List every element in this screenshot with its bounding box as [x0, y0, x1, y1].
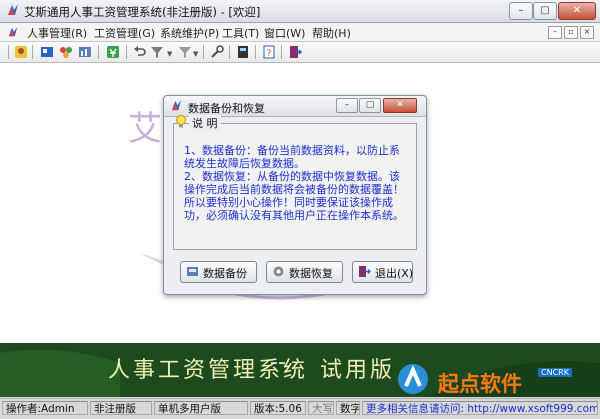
toolbar: ▼ ▼ ?	[0, 42, 600, 63]
toolbar-separator	[126, 45, 127, 59]
status-num: 数字	[336, 401, 360, 415]
watermark-logo	[398, 364, 428, 394]
close-button[interactable]: ✕	[558, 2, 596, 20]
salary-icon[interactable]	[106, 45, 120, 59]
toolbar-separator	[32, 45, 33, 59]
backup-button[interactable]: 数据备份	[180, 261, 257, 283]
restore-button[interactable]: 数据恢复	[266, 261, 343, 283]
watermark-text: 起点软件	[438, 372, 522, 396]
window-title: 艾斯通用人事工资管理系统(非注册版) - [欢迎]	[24, 5, 261, 19]
mdi-minimize-button[interactable]: –	[548, 26, 562, 39]
menu-salary[interactable]: 工资管理(G)	[94, 25, 155, 41]
toolbar-separator	[229, 45, 230, 59]
filter-options-dropdown-icon[interactable]: ▼	[193, 50, 198, 58]
exit-icon[interactable]	[288, 45, 302, 59]
dialog-title-bar: 数据备份和恢复 – ▢ ✕	[164, 96, 426, 117]
app-icon	[8, 4, 18, 15]
menu-window[interactable]: 窗口(W)	[264, 25, 305, 41]
menu-help[interactable]: 帮助(H)	[312, 25, 351, 41]
dialog-close-button[interactable]: ✕	[383, 98, 417, 113]
filter-options-icon[interactable]	[178, 45, 192, 59]
mdi-close-button[interactable]: ×	[580, 26, 594, 39]
group-icon[interactable]	[59, 45, 73, 59]
status-registration: 非注册版	[90, 401, 152, 415]
menu-bar: 人事管理(R) 工资管理(G) 系统维护(P) 工具(T) 窗口(W) 帮助(H…	[0, 23, 600, 42]
banner-edition: 试用版	[320, 358, 396, 383]
menu-personnel[interactable]: 人事管理(R)	[27, 25, 87, 41]
toolbar-separator	[281, 45, 282, 59]
maximize-button[interactable]: ▢	[533, 2, 557, 20]
toolbar-separator	[203, 45, 204, 59]
status-caps: 大写	[308, 401, 334, 415]
backup-icon	[187, 267, 198, 276]
product-banner: 人事工资管理系统 -- 试用版 起点软件 CNCRK	[0, 343, 600, 397]
undo-icon[interactable]	[133, 45, 147, 59]
backup-restore-dialog: 数据备份和恢复 – ▢ ✕ 1、数据备份：备份当前数据资料，以防止系统发生故障后…	[163, 95, 427, 295]
filter-icon[interactable]	[150, 45, 164, 59]
background-logo-text: 艾	[128, 109, 162, 149]
info-group-box: 1、数据备份：备份当前数据资料，以防止系统发生故障后恢复数据。 2、数据恢复：从…	[173, 123, 417, 250]
lightbulb-icon	[175, 115, 187, 129]
mdi-restore-button[interactable]: ▫	[564, 26, 578, 39]
report-icon[interactable]	[78, 45, 92, 59]
id-card-icon[interactable]	[40, 45, 54, 59]
status-mode: 单机多用户版	[154, 401, 248, 415]
status-version: 版本:5.06	[250, 401, 306, 415]
info-text: 1、数据备份：备份当前数据资料，以防止系统发生故障后恢复数据。 2、数据恢复：从…	[184, 144, 404, 222]
menu-system[interactable]: 系统维护(P)	[160, 25, 219, 41]
dialog-title: 数据备份和恢复	[188, 102, 265, 115]
banner-dash: --	[270, 350, 286, 375]
svg-text:?: ?	[267, 49, 272, 59]
toolbar-separator	[98, 45, 99, 59]
dialog-app-icon	[171, 99, 182, 111]
status-operator: 操作者:Admin	[2, 401, 88, 415]
calculator-icon[interactable]	[236, 45, 250, 59]
exit-button-label: 退出(X)	[375, 267, 414, 280]
dialog-maximize-button[interactable]: ▢	[359, 98, 381, 113]
restore-icon	[273, 266, 284, 277]
tools-icon[interactable]	[210, 45, 224, 59]
people-icon[interactable]	[14, 45, 28, 59]
filter-dropdown-icon[interactable]: ▼	[167, 50, 172, 58]
exit-door-icon	[359, 266, 371, 277]
minimize-button[interactable]: –	[509, 2, 533, 20]
toolbar-separator	[8, 45, 9, 59]
exit-button[interactable]: 退出(X)	[352, 261, 413, 283]
info-label: 说 明	[189, 115, 221, 131]
help-icon[interactable]: ?	[262, 45, 276, 59]
app-menu-icon[interactable]	[7, 26, 19, 38]
watermark-tag: CNCRK	[538, 368, 572, 377]
restore-button-label: 数据恢复	[289, 267, 333, 280]
dialog-minimize-button[interactable]: –	[336, 98, 358, 113]
menu-tools[interactable]: 工具(T)	[222, 25, 259, 41]
title-bar: 艾斯通用人事工资管理系统(非注册版) - [欢迎] – ▢ ✕	[0, 0, 600, 23]
toolbar-separator	[255, 45, 256, 59]
backup-button-label: 数据备份	[203, 267, 247, 280]
status-info-link[interactable]: 更多相关信息请访问: http://www.xsoft999.com	[362, 401, 598, 415]
